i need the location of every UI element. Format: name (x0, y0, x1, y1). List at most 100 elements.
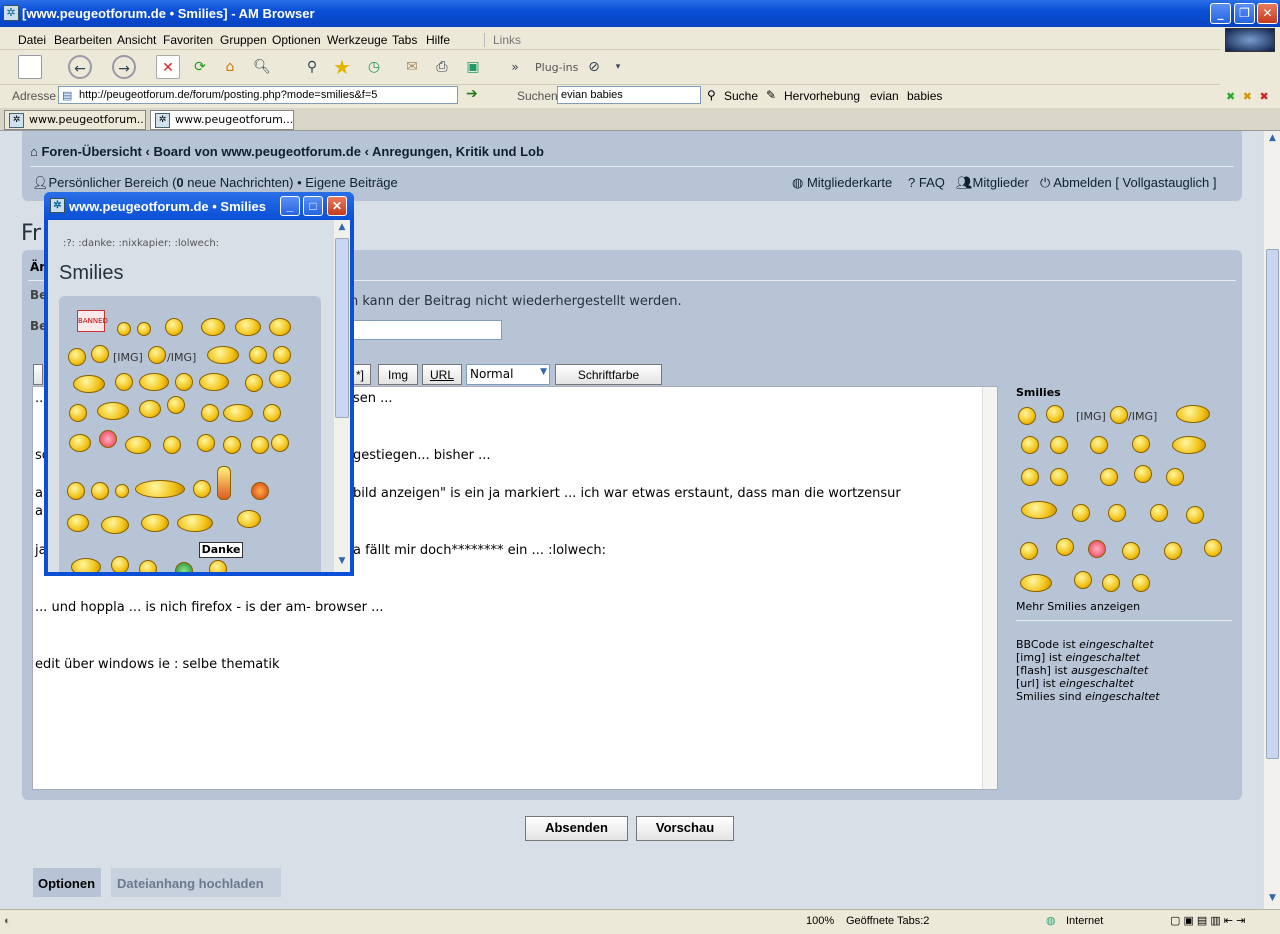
smiley-icon[interactable] (1074, 571, 1092, 589)
print-icon[interactable]: ⎙ (430, 55, 454, 79)
search-go-icon[interactable]: ⚲ (707, 88, 716, 102)
red-x-icon[interactable]: ✖ (1259, 90, 1268, 103)
smiley-icon[interactable] (1046, 405, 1064, 423)
page-scrollbar[interactable]: ▲ ▼ (1263, 131, 1280, 909)
smiley-icon[interactable] (1102, 574, 1120, 592)
zoom-icon[interactable]: 🔍︎ (250, 55, 274, 79)
smiley-icon[interactable] (245, 374, 263, 392)
danke-sign[interactable]: Danke (199, 542, 243, 558)
highlight-icon[interactable]: ✎ (766, 88, 776, 102)
forward-icon[interactable]: → (112, 55, 136, 79)
smiley-icon[interactable] (217, 466, 231, 500)
favorites-star-icon[interactable]: ★ (330, 55, 354, 79)
menu-optionen[interactable]: Optionen (272, 33, 321, 47)
smiley-icon[interactable] (1021, 436, 1039, 454)
menu-werkzeuge[interactable]: Werkzeuge (327, 33, 387, 47)
yellow-x-icon[interactable]: ✖ (1243, 90, 1252, 103)
smiley-icon[interactable] (1150, 504, 1168, 522)
smiley-icon[interactable] (163, 436, 181, 454)
smiley-icon[interactable] (207, 346, 239, 364)
menu-hilfe[interactable]: Hilfe (426, 33, 450, 47)
scroll-thumb[interactable] (1266, 249, 1279, 759)
plugins-label[interactable]: Plug-ins (535, 61, 578, 74)
url-button[interactable]: URL (422, 364, 462, 385)
close-button[interactable]: ✕ (1257, 3, 1278, 24)
smiley-icon[interactable] (1164, 542, 1182, 560)
go-icon[interactable]: ➔ (466, 85, 478, 102)
smiley-icon[interactable] (1134, 465, 1152, 483)
smiley-icon[interactable] (235, 318, 261, 336)
logout-link[interactable]: ⏻ Abmelden [ Vollgastauglich ] (1040, 175, 1217, 191)
subject-input[interactable]: e (342, 320, 502, 340)
smiley-icon[interactable] (101, 516, 129, 534)
smiley-icon[interactable] (197, 434, 215, 452)
home-icon[interactable]: ⌂ (218, 55, 242, 79)
search-input[interactable]: evian babies (557, 86, 701, 104)
smiley-icon[interactable] (137, 322, 151, 336)
smiley-icon[interactable] (223, 404, 253, 422)
smiley-icon[interactable] (73, 375, 105, 393)
smiley-icon[interactable] (251, 436, 269, 454)
popup-close-button[interactable]: ✕ (327, 196, 347, 216)
restore-button[interactable]: ❐ (1234, 3, 1255, 24)
minimize-button[interactable]: _ (1210, 3, 1231, 24)
banned-smiley[interactable]: BANNED (77, 310, 108, 332)
address-input[interactable]: ▤ http://peugeotforum.de/forum/posting.p… (58, 86, 458, 104)
smiley-icon[interactable] (263, 404, 281, 422)
mail-icon[interactable]: ✉ (400, 55, 424, 79)
smiley-icon[interactable] (91, 345, 109, 363)
smiley-icon[interactable] (115, 484, 129, 498)
smiley-icon[interactable] (1132, 574, 1150, 592)
scroll-down-icon[interactable]: ▼ (1266, 893, 1279, 906)
smiley-icon[interactable] (141, 514, 169, 532)
smiley-icon[interactable] (1020, 574, 1052, 592)
smiley-icon[interactable] (1088, 540, 1106, 558)
smiley-icon[interactable] (97, 402, 129, 420)
history-icon[interactable]: ◷ (362, 55, 386, 79)
smiley-icon[interactable] (1110, 406, 1128, 424)
img-button[interactable]: Img (378, 364, 418, 385)
smiley-icon[interactable] (1021, 468, 1039, 486)
smiley-icon[interactable] (91, 482, 109, 500)
smiley-icon[interactable] (1172, 436, 1206, 454)
screen-icon[interactable]: ▣ (461, 55, 485, 79)
smiley-icon[interactable] (135, 480, 185, 498)
smiley-icon[interactable] (193, 480, 211, 498)
smiley-icon[interactable] (117, 322, 131, 336)
scroll-up-icon[interactable]: ▲ (335, 222, 349, 235)
smiley-icon[interactable] (165, 318, 183, 336)
smiley-icon[interactable] (1108, 504, 1126, 522)
smiley-icon[interactable] (1176, 405, 1210, 423)
smiley-icon[interactable] (167, 396, 185, 414)
popup-minimize-button[interactable]: _ (280, 196, 300, 216)
smiley-icon[interactable] (1204, 539, 1222, 557)
smiley-icon[interactable] (68, 348, 86, 366)
smiley-icon[interactable] (201, 318, 225, 336)
menu-ansicht[interactable]: Ansicht (117, 33, 156, 47)
smiley-icon[interactable] (67, 482, 85, 500)
new-page-icon[interactable] (18, 55, 42, 79)
smiley-icon[interactable] (209, 560, 227, 572)
smiley-icon[interactable] (1021, 501, 1057, 519)
popup-scrollbar[interactable]: ▲ ▼ (333, 220, 350, 572)
smiley-icon[interactable] (1056, 538, 1074, 556)
smiley-icon[interactable] (1020, 542, 1038, 560)
smiley-icon[interactable] (251, 482, 269, 500)
smiley-icon[interactable] (139, 560, 157, 572)
smiley-icon[interactable] (273, 346, 291, 364)
smiley-icon[interactable] (139, 400, 161, 418)
smiley-icon[interactable] (1122, 542, 1140, 560)
members-link[interactable]: 👥︎Mitglieder (956, 175, 1029, 191)
search-button[interactable]: Suche (724, 89, 758, 103)
smiley-icon[interactable] (99, 430, 117, 448)
menu-datei[interactable]: Datei (18, 33, 46, 47)
submit-button[interactable]: Absenden (525, 816, 628, 841)
smiley-icon[interactable] (177, 514, 213, 532)
member-map-link[interactable]: ◍ Mitgliederkarte (792, 175, 892, 191)
search-word-2[interactable]: babies (907, 89, 942, 103)
search-icon[interactable]: ⚲ (300, 55, 324, 79)
editor-scrollbar[interactable] (982, 387, 997, 789)
plugin-dropdown-icon[interactable]: ▾ (606, 55, 630, 79)
smiley-icon[interactable] (1018, 407, 1036, 425)
menu-favoriten[interactable]: Favoriten (163, 33, 213, 47)
